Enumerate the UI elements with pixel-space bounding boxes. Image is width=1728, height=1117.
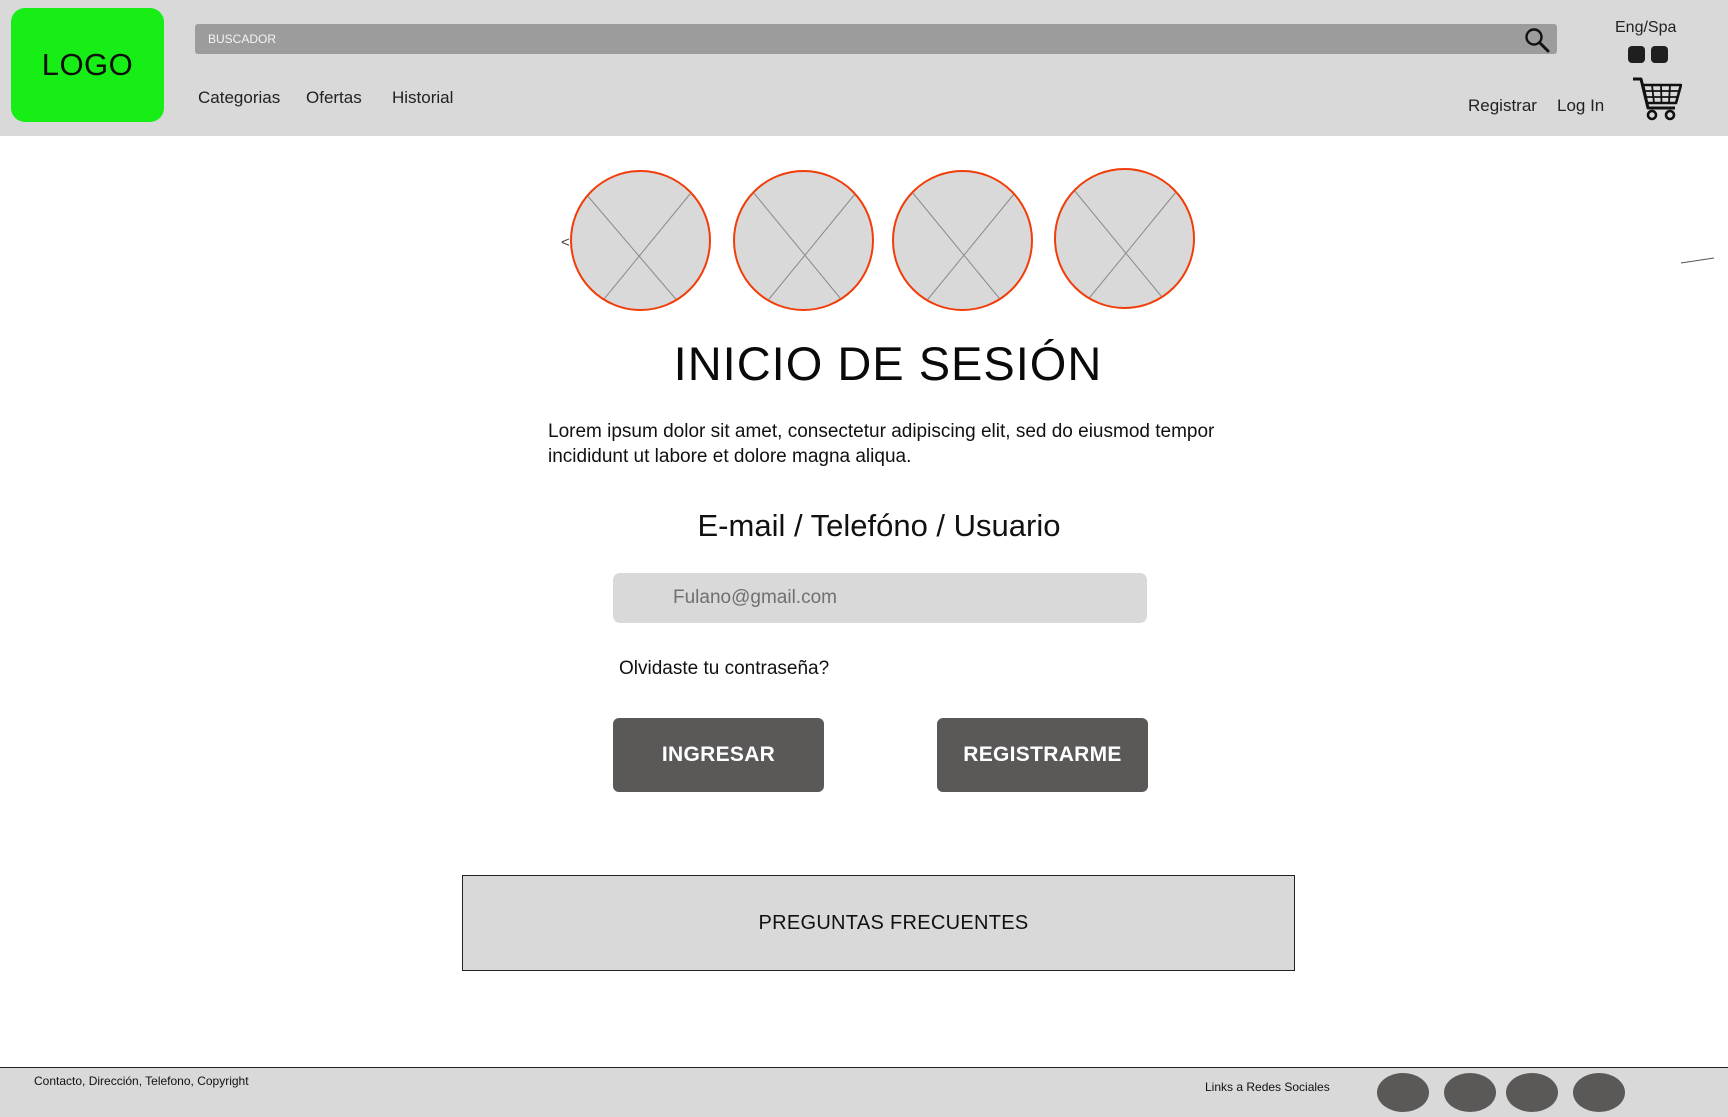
social-icon-3[interactable] [1506,1073,1558,1112]
carousel-item-1[interactable] [570,170,711,311]
faq-label: PREGUNTAS FRECUENTES [758,911,1029,934]
register-link[interactable]: Registrar [1468,96,1537,116]
register-button[interactable]: REGISTRARME [937,718,1148,792]
carousel-item-4[interactable] [1054,168,1195,309]
search-icon[interactable] [1523,26,1551,54]
login-field-label: E-mail / Telefóno / Usuario [697,508,1061,543]
nav-link-categorias[interactable]: Categorias [198,88,280,108]
nav-link-ofertas[interactable]: Ofertas [306,88,362,108]
footer: Contacto, Dirección, Telefono, Copyright… [0,1067,1728,1117]
footer-info: Contacto, Dirección, Telefono, Copyright [34,1074,249,1088]
footer-social-label: Links a Redes Sociales [1205,1080,1330,1094]
shopping-cart-icon[interactable] [1632,76,1682,122]
forgot-password-link[interactable]: Olvidaste tu contraseña? [619,658,829,680]
search-bar [195,24,1557,54]
carousel-prev-arrow[interactable]: < [561,234,570,251]
search-input[interactable] [208,24,1488,54]
faq-button[interactable]: PREGUNTAS FRECUENTES [462,875,1295,971]
carousel-next-arrow[interactable] [1680,255,1715,265]
carousel-item-3[interactable] [892,170,1033,311]
login-button[interactable]: INGRESAR [613,718,824,792]
image-placeholder-icon [1073,189,1177,303]
page-title: INICIO DE SESIÓN [673,337,1103,390]
intro-text: Lorem ipsum dolor sit amet, consectetur … [548,421,1215,467]
image-placeholder-icon [752,191,856,305]
top-header: LOGO Categorias Ofertas Historial Eng/Sp… [0,0,1728,136]
language-label: Eng/Spa [1615,19,1677,36]
social-icon-4[interactable] [1573,1073,1625,1112]
social-icon-2[interactable] [1444,1073,1496,1112]
language-toggle-eng[interactable] [1628,46,1645,63]
social-icon-1[interactable] [1377,1073,1429,1112]
carousel-item-2[interactable] [733,170,874,311]
logo[interactable]: LOGO [11,8,164,122]
login-page: LOGO Categorias Ofertas Historial Eng/Sp… [0,0,1728,1117]
language-toggle-spa[interactable] [1651,46,1668,63]
image-placeholder-icon [585,193,691,305]
login-link[interactable]: Log In [1557,96,1604,116]
image-placeholder-icon [911,191,1015,305]
email-field[interactable] [613,573,1147,623]
nav-link-historial[interactable]: Historial [392,88,453,108]
